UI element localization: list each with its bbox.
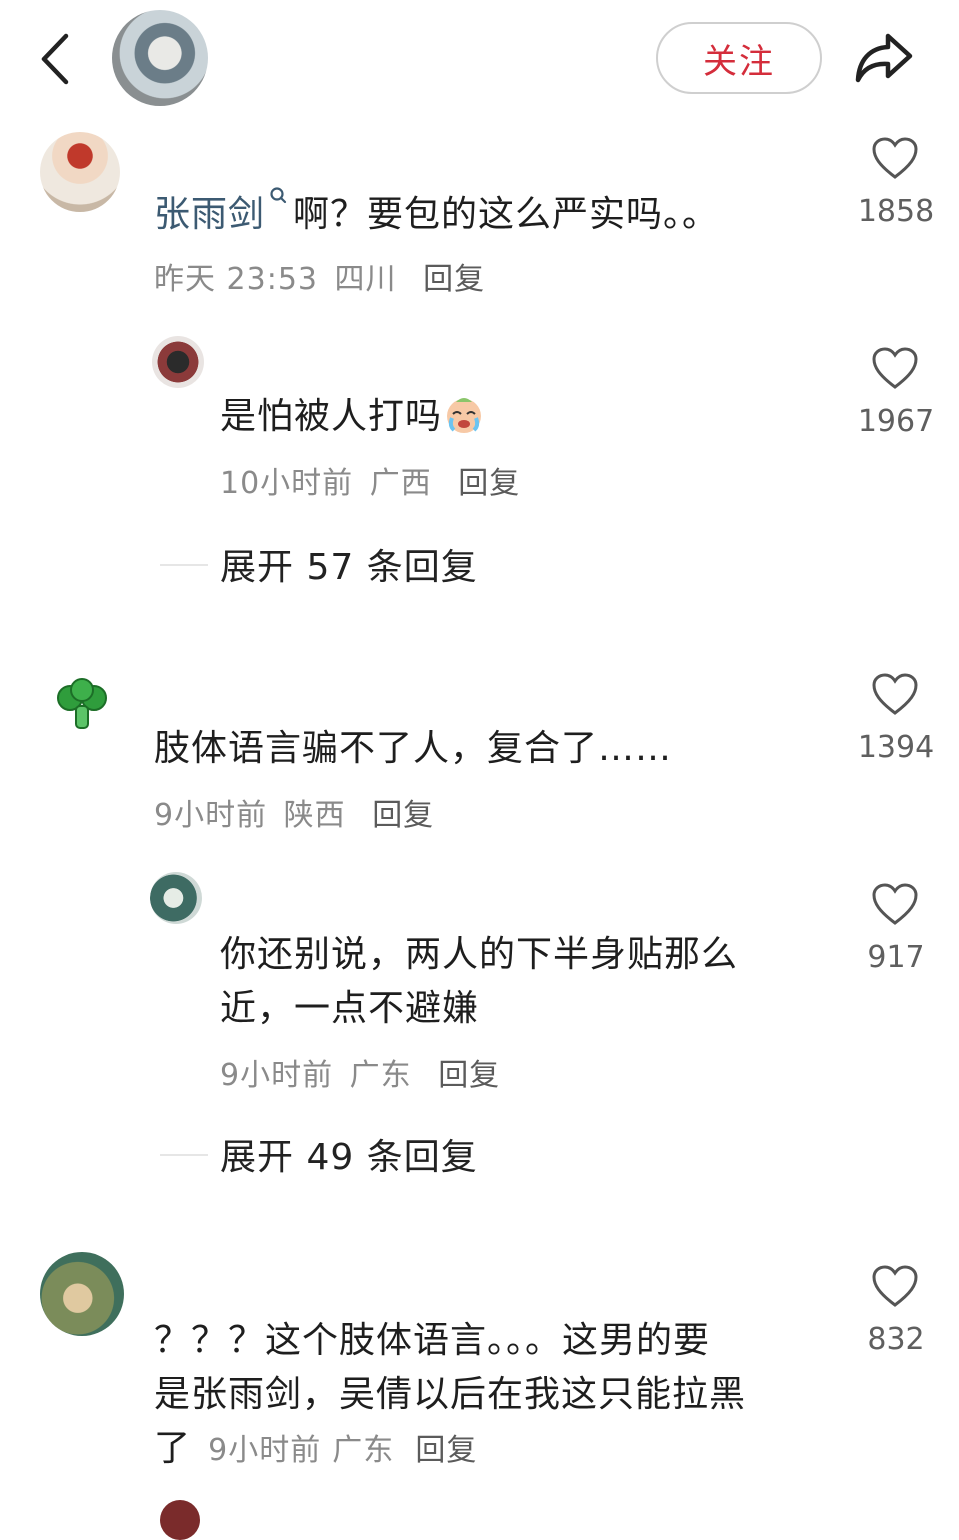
broccoli-icon[interactable] — [54, 678, 110, 732]
expand-replies-button[interactable]: 展开 57 条回复 — [220, 538, 478, 590]
reply-button[interactable]: 回复 — [415, 1433, 477, 1468]
divider — [160, 564, 208, 566]
commenter-avatar[interactable] — [152, 336, 204, 388]
comment-text-line-1: 你还别说，两人的下半身贴那么 — [220, 934, 739, 975]
author-avatar[interactable] — [112, 10, 208, 106]
like-count: 1858 — [857, 194, 935, 229]
reply-button[interactable]: 回复 — [458, 466, 520, 501]
back-icon[interactable] — [38, 32, 72, 86]
comment-meta: 9小时前 广东 回复 — [220, 1050, 500, 1094]
heart-icon[interactable] — [871, 882, 919, 926]
commenter-avatar[interactable] — [40, 1252, 124, 1336]
comment-text: 肢体语言骗不了人，复合了…… — [154, 728, 673, 769]
search-icon — [270, 187, 287, 204]
comment-location: 广东 — [349, 1058, 412, 1093]
heart-icon[interactable] — [871, 346, 919, 390]
reply-button[interactable]: 回复 — [423, 262, 485, 297]
comment-last-line: 了 9小时前 广东 回复 — [154, 1422, 477, 1476]
comment-meta: 10小时前 广西 回复 — [220, 458, 520, 502]
reply-button[interactable]: 回复 — [438, 1058, 500, 1093]
heart-icon[interactable] — [871, 136, 919, 180]
comment-time: 9小时前 — [154, 798, 268, 833]
comment-meta: 9小时前 陕西 回复 — [154, 790, 434, 834]
like-count: 917 — [867, 940, 925, 975]
crying-emoji-icon — [447, 398, 482, 433]
like-count: 1394 — [857, 730, 935, 765]
comment-time: 昨天 23:53 — [154, 262, 318, 297]
comment-location: 四川 — [334, 262, 397, 297]
follow-button[interactable]: 关注 — [656, 22, 822, 94]
expand-replies-button[interactable]: 展开 49 条回复 — [220, 1128, 478, 1180]
comment-text-line-2: 近，一点不避嫌 — [220, 988, 480, 1029]
comment-meta: 昨天 23:53 四川 回复 — [154, 254, 485, 298]
comment-text: 是怕被人打吗 — [220, 390, 486, 444]
next-commenter-avatar[interactable] — [160, 1500, 200, 1540]
commenter-avatar[interactable] — [40, 132, 120, 212]
comment-location: 广东 — [332, 1433, 395, 1468]
comment-text-line-2: 是张雨剑，吴倩以后在我这只能拉黑 — [154, 1374, 747, 1415]
like-count: 1967 — [857, 404, 935, 439]
comment-text: 张雨剑 啊？要包的这么严实吗。。 — [154, 186, 719, 242]
heart-icon[interactable] — [871, 672, 919, 716]
comment-text-line-3: 了 — [154, 1428, 192, 1469]
comment-location: 广西 — [369, 466, 432, 501]
comment-time: 10小时前 — [220, 466, 354, 501]
comment-time: 9小时前 — [220, 1058, 334, 1093]
mention-username[interactable]: 张雨剑 — [154, 194, 265, 235]
like-count: 832 — [867, 1322, 925, 1357]
reply-button[interactable]: 回复 — [372, 798, 434, 833]
commenter-avatar[interactable] — [150, 872, 202, 924]
comment-text-line-1: ？？？这个肢体语言。。。这男的要 — [154, 1320, 711, 1361]
comment-body: 啊？要包的这么严实吗。。 — [293, 194, 720, 235]
divider — [160, 1154, 208, 1156]
comment-time: 9小时前 — [208, 1433, 322, 1468]
comment-location: 陕西 — [283, 798, 346, 833]
heart-icon[interactable] — [871, 1264, 919, 1308]
share-icon[interactable] — [852, 30, 914, 86]
comment-body: 是怕被人打吗 — [220, 396, 443, 437]
